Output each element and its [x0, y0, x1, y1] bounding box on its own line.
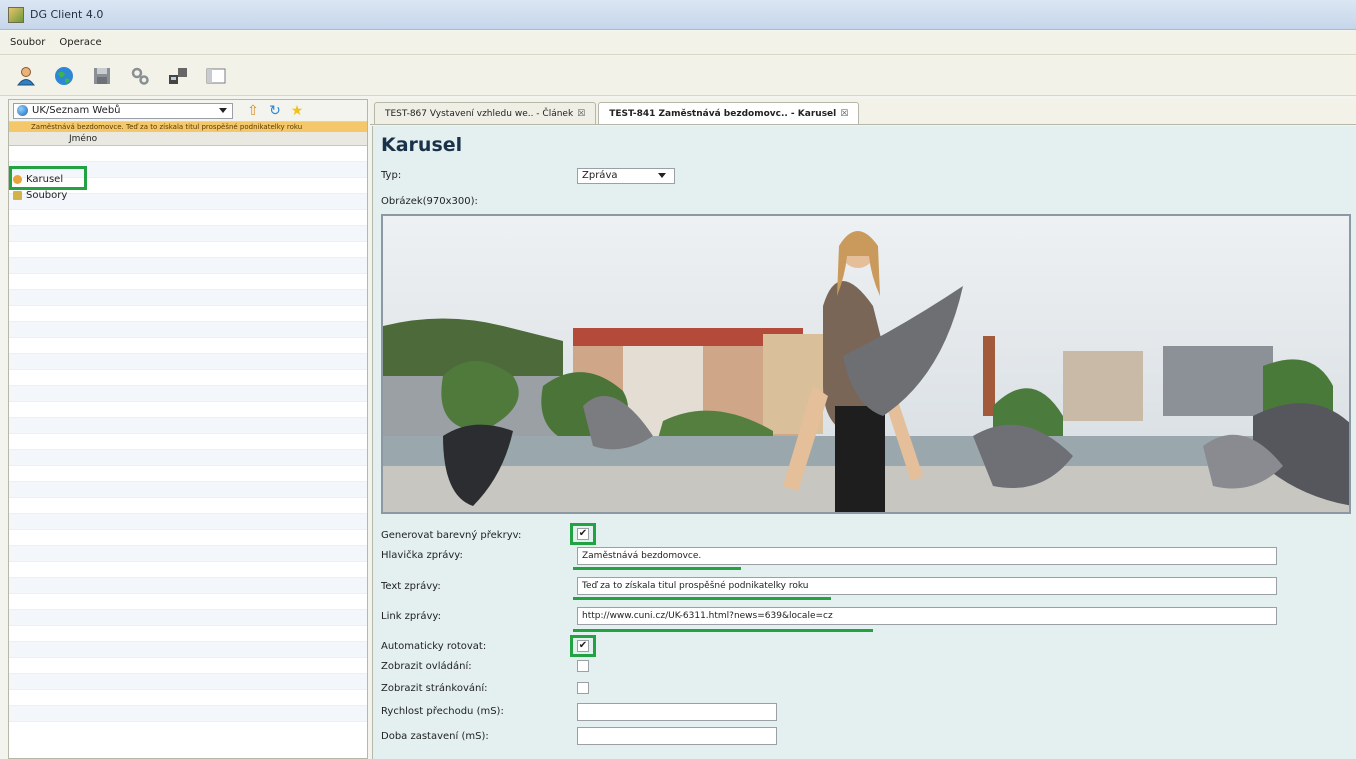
tab-article[interactable]: TEST-867 Vystavení vzhledu we.. - Článek… [374, 102, 597, 124]
pause-input[interactable] [577, 727, 777, 745]
toolbar [0, 56, 1356, 96]
tree-list [9, 146, 367, 722]
highlight-underline [573, 597, 831, 600]
close-icon[interactable]: ☒ [577, 109, 585, 119]
highlight-underline [573, 629, 873, 632]
speed-input[interactable] [577, 703, 777, 721]
site-select[interactable]: UK/Seznam Webů [13, 102, 233, 119]
headline-label: Hlavička zprávy: [381, 550, 463, 561]
close-icon[interactable]: ☒ [840, 109, 848, 119]
save-icon[interactable] [90, 64, 114, 88]
menu-soubor[interactable]: Soubor [10, 37, 45, 48]
chevron-down-icon [658, 173, 666, 178]
globe-icon [17, 105, 28, 116]
autorotate-label: Automaticky rotovat: [381, 641, 487, 652]
paging-label: Zobrazit stránkování: [381, 683, 488, 694]
menu-operace[interactable]: Operace [59, 37, 101, 48]
tree-item-soubory[interactable]: Soubory [13, 188, 67, 203]
tab-bar: TEST-867 Vystavení vzhledu we.. - Článek… [370, 99, 1356, 125]
window-title: DG Client 4.0 [30, 8, 104, 21]
star-icon[interactable]: ★ [289, 103, 305, 119]
headline-field[interactable]: Zaměstnává bezdomovce. [577, 547, 1277, 565]
title-bar: DG Client 4.0 [0, 0, 1356, 30]
tree-item-label: Soubory [26, 190, 68, 201]
chevron-down-icon [219, 107, 227, 113]
settings-icon[interactable] [128, 64, 152, 88]
link-field[interactable]: http://www.cuni.cz/UK-6311.html?news=639… [577, 607, 1277, 625]
breadcrumb: Zaměstnává bezdomovce. Teď za to získala… [9, 122, 367, 132]
page-title: Karusel [381, 134, 463, 156]
controls-label: Zobrazit ovládání: [381, 661, 472, 672]
overlay-label: Generovat barevný překryv: [381, 530, 522, 541]
site-select-value: UK/Seznam Webů [32, 105, 121, 116]
tab-label: TEST-841 Zaměstnává bezdomovc.. - Karuse… [609, 108, 837, 119]
network-icon[interactable] [166, 64, 190, 88]
type-label: Typ: [381, 170, 402, 181]
column-header-name: Jméno [9, 132, 367, 146]
tab-label: TEST-867 Vystavení vzhledu we.. - Článek [385, 108, 574, 119]
paging-checkbox[interactable] [577, 682, 589, 694]
folder-icon [13, 191, 22, 200]
type-select-value: Zpráva [582, 170, 618, 181]
carousel-image[interactable] [381, 214, 1351, 514]
site-tree-panel: UK/Seznam Webů ⇧ ↻ ★ Zaměstnává bezdomov… [8, 99, 368, 759]
app-icon [8, 6, 24, 23]
type-select[interactable]: Zpráva [577, 168, 675, 184]
menu-bar: Soubor Operace [0, 31, 1356, 55]
refresh-icon[interactable]: ↻ [267, 103, 283, 119]
highlight-underline [573, 567, 741, 570]
tab-carousel[interactable]: TEST-841 Zaměstnává bezdomovc.. - Karuse… [598, 102, 860, 124]
pause-label: Doba zastavení (mS): [381, 731, 489, 742]
up-arrow-icon[interactable]: ⇧ [245, 103, 261, 119]
speed-label: Rychlost přechodu (mS): [381, 706, 504, 717]
site-selector-row: UK/Seznam Webů ⇧ ↻ ★ [9, 100, 367, 122]
text-field[interactable]: Teď za to získala titul prospěšné podnik… [577, 577, 1277, 595]
image-label: Obrázek(970x300): [381, 196, 478, 207]
panel-icon[interactable] [204, 64, 228, 88]
carousel-editor: Karusel Typ: Zpráva Obrázek(970x300): Ge… [372, 126, 1356, 759]
text-label: Text zprávy: [381, 581, 441, 592]
overlay-checkbox[interactable]: ✔ [577, 528, 589, 540]
globe-icon[interactable] [52, 64, 76, 88]
link-label: Link zprávy: [381, 611, 441, 622]
autorotate-checkbox[interactable]: ✔ [577, 640, 589, 652]
carousel-image-art [383, 216, 1349, 512]
controls-checkbox[interactable] [577, 660, 589, 672]
highlight-frame [9, 166, 87, 190]
user-icon[interactable] [14, 64, 38, 88]
